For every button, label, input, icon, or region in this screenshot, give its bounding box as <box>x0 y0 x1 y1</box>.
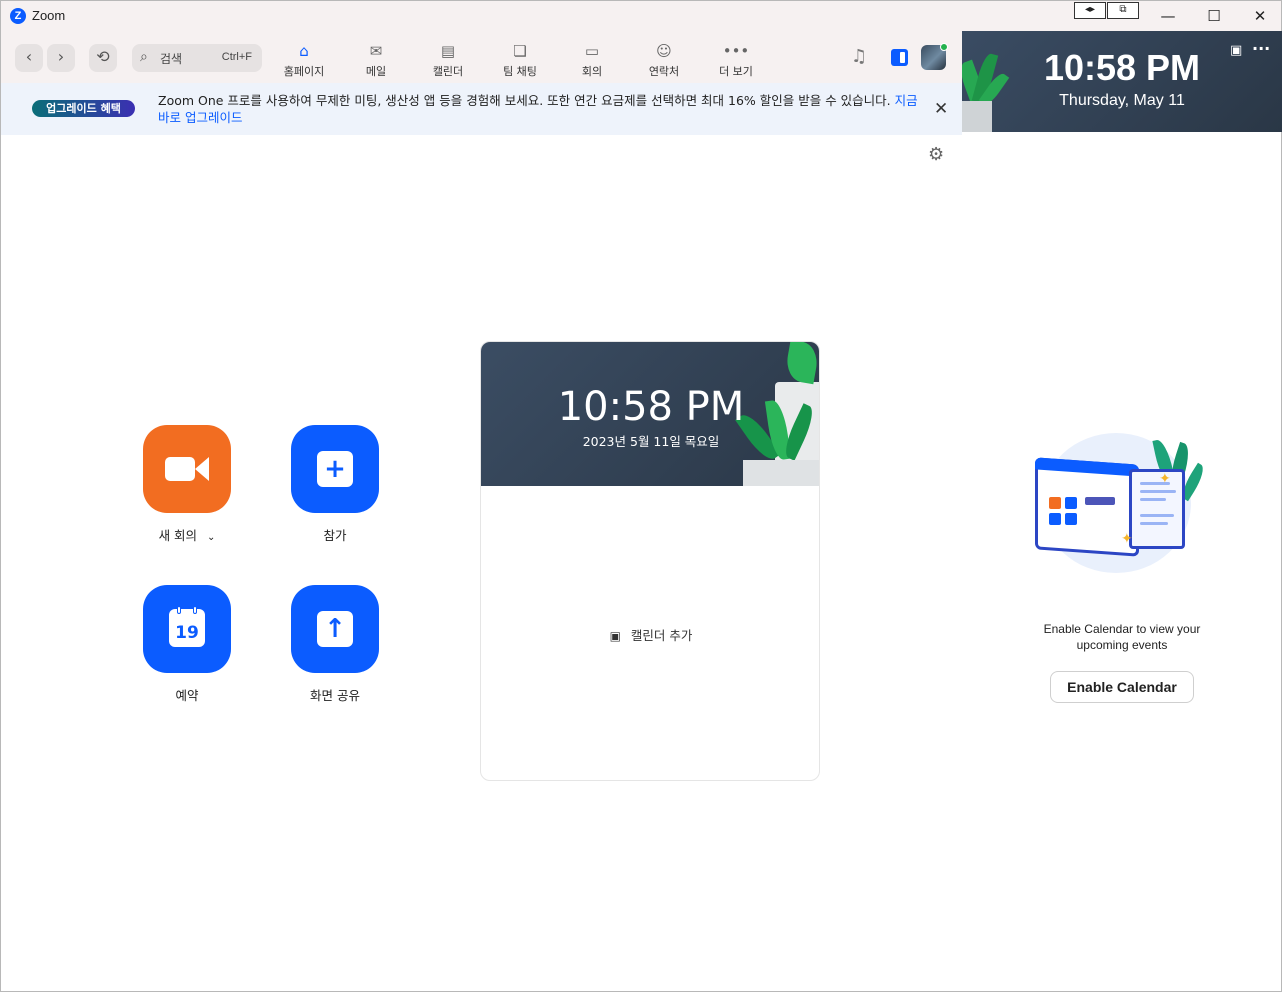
status-dot-icon <box>940 43 948 51</box>
banner-close-icon[interactable]: ✕ <box>934 99 948 119</box>
sparkle-icon: ✦ <box>1159 471 1171 487</box>
title-bar: Z Zoom ◂▸ ⧉ — ☐ ✕ <box>1 1 1281 31</box>
upgrade-banner: 업그레이드 혜택 Zoom One 프로를 사용하여 무제한 미팅, 생산성 앱… <box>1 83 962 135</box>
bell-icon[interactable]: ♫ <box>851 46 867 67</box>
history-button[interactable]: ⟲ <box>89 44 117 72</box>
zoom-window: Z Zoom ◂▸ ⧉ — ☐ ✕ ‹ › ⟲ ⌕ 검색 Ctrl+F ⌂ 홈페… <box>0 0 1282 992</box>
calendar-icon: ▤ <box>440 42 456 60</box>
chat-icon: ❏ <box>513 42 527 60</box>
contacts-icon: ☺ <box>656 42 672 60</box>
upload-arrow-icon: ↑ <box>317 611 353 647</box>
side-panel-icon[interactable] <box>891 49 908 66</box>
schedule-label: 예약 <box>175 688 199 703</box>
tab-meetings[interactable]: ▭ 회의 <box>560 41 624 81</box>
sparkle-icon: ✦ <box>1121 531 1133 547</box>
video-camera-lens <box>195 457 209 481</box>
join-action: + 참가 <box>291 425 379 544</box>
window-title: Zoom <box>32 8 66 23</box>
search-icon: ⌕ <box>140 49 148 65</box>
clock-widget: 10:58 PM Thursday, May 11 ▣ ··· <box>962 31 1282 132</box>
new-meeting-button[interactable] <box>143 425 231 513</box>
card-time: 10:58 PM <box>557 384 745 430</box>
plus-icon: + <box>317 451 353 487</box>
maximize-button[interactable]: ☐ <box>1191 1 1237 31</box>
enable-calendar-button[interactable]: Enable Calendar <box>1050 671 1194 703</box>
share-screen-label: 화면 공유 <box>310 688 360 703</box>
add-calendar-link[interactable]: ▣ 캘린더 추가 <box>481 625 819 644</box>
share-screen-action: ↑ 화면 공유 <box>291 585 379 704</box>
forward-button[interactable]: › <box>47 44 75 72</box>
upcoming-meetings-card: 10:58 PM 2023년 5월 11일 목요일 ▣ 캘린더 추가 <box>480 341 820 781</box>
banner-text: Zoom One 프로를 사용하여 무제한 미팅, 생산성 앱 등을 경험해 보… <box>158 93 891 108</box>
tab-label: 팀 채팅 <box>503 65 537 78</box>
calendar-ring <box>193 606 197 614</box>
new-meeting-text: 새 회의 <box>158 528 198 543</box>
new-meeting-label: 새 회의 ⌄ <box>143 525 231 544</box>
tab-more[interactable]: ••• 더 보기 <box>704 41 768 81</box>
main-toolbar: ‹ › ⟲ ⌕ 검색 Ctrl+F ⌂ 홈페이지 ✉ 메일 ▤ 캘린더 ❏ 팀 … <box>1 31 962 83</box>
zoom-logo-icon: Z <box>10 8 26 24</box>
tab-calendar[interactable]: ▤ 캘린더 <box>416 41 480 81</box>
calendar-icon: ▣ <box>609 629 621 643</box>
share-screen-button[interactable]: ↑ <box>291 585 379 673</box>
video-camera-icon <box>165 457 195 481</box>
more-icon: ••• <box>722 42 750 60</box>
calendar-illustration: ✦ ✦ <box>1029 433 1209 577</box>
calendar-cell <box>1065 497 1077 509</box>
plant-leaf <box>783 342 819 385</box>
snap-layout-icon[interactable]: ◂▸ <box>1074 2 1106 19</box>
calendar-cell <box>1085 497 1115 505</box>
schedule-action: 19 예약 <box>143 585 231 704</box>
calendar-promo-text: Enable Calendar to view your upcoming ev… <box>1043 622 1201 652</box>
minimize-button[interactable]: — <box>1145 1 1191 31</box>
tab-label: 홈페이지 <box>283 65 325 78</box>
schedule-button[interactable]: 19 <box>143 585 231 673</box>
search-input[interactable]: ⌕ 검색 Ctrl+F <box>132 44 262 72</box>
plant-pot <box>743 460 819 486</box>
tab-team-chat[interactable]: ❏ 팀 채팅 <box>488 41 552 81</box>
new-meeting-action: 새 회의 ⌄ <box>143 425 231 544</box>
upgrade-badge: 업그레이드 혜택 <box>32 100 135 117</box>
chevron-down-icon[interactable]: ⌄ <box>207 532 215 543</box>
calendar-add-icon[interactable]: ▣ <box>1230 43 1242 58</box>
close-button[interactable]: ✕ <box>1237 1 1282 31</box>
clock-date: Thursday, May 11 <box>1059 92 1185 109</box>
calendar-cell <box>1049 513 1061 525</box>
tab-home[interactable]: ⌂ 홈페이지 <box>272 41 336 81</box>
calendar-cell <box>1065 513 1077 525</box>
card-clock-header: 10:58 PM 2023년 5월 11일 목요일 <box>481 342 819 486</box>
search-shortcut: Ctrl+F <box>221 51 252 63</box>
calendar-cell <box>1049 497 1061 509</box>
calendar-day-number: 19 <box>175 623 199 643</box>
tab-label: 연락처 <box>648 65 680 78</box>
back-button[interactable]: ‹ <box>15 44 43 72</box>
document-line <box>1140 514 1174 517</box>
calendar-ring <box>177 606 181 614</box>
tab-label: 회의 <box>581 65 603 78</box>
settings-gear-icon[interactable]: ⚙ <box>928 144 944 165</box>
join-button[interactable]: + <box>291 425 379 513</box>
tab-label: 캘린더 <box>432 65 464 78</box>
mail-icon: ✉ <box>369 42 383 60</box>
card-date: 2023년 5월 11일 목요일 <box>582 434 720 449</box>
document-line <box>1140 490 1176 493</box>
banner-message: Zoom One 프로를 사용하여 무제한 미팅, 생산성 앱 등을 경험해 보… <box>158 92 928 126</box>
document-line <box>1140 522 1168 525</box>
join-label: 참가 <box>323 528 347 543</box>
document-line <box>1140 498 1166 501</box>
calendar-document <box>1129 469 1185 549</box>
home-icon: ⌂ <box>299 42 309 60</box>
history-icon: ⟲ <box>96 47 110 66</box>
calendar-icon: 19 <box>169 606 205 647</box>
search-placeholder: 검색 <box>160 52 183 66</box>
video-icon: ▭ <box>584 42 600 60</box>
add-calendar-text: 캘린더 추가 <box>630 628 693 643</box>
pin-window-icon[interactable]: ⧉ <box>1107 2 1139 19</box>
more-icon[interactable]: ··· <box>1252 39 1270 58</box>
tab-label: 더 보기 <box>719 65 753 78</box>
tab-label: 메일 <box>365 65 387 78</box>
tab-contacts[interactable]: ☺ 연락처 <box>632 41 696 81</box>
tab-mail[interactable]: ✉ 메일 <box>344 41 408 81</box>
